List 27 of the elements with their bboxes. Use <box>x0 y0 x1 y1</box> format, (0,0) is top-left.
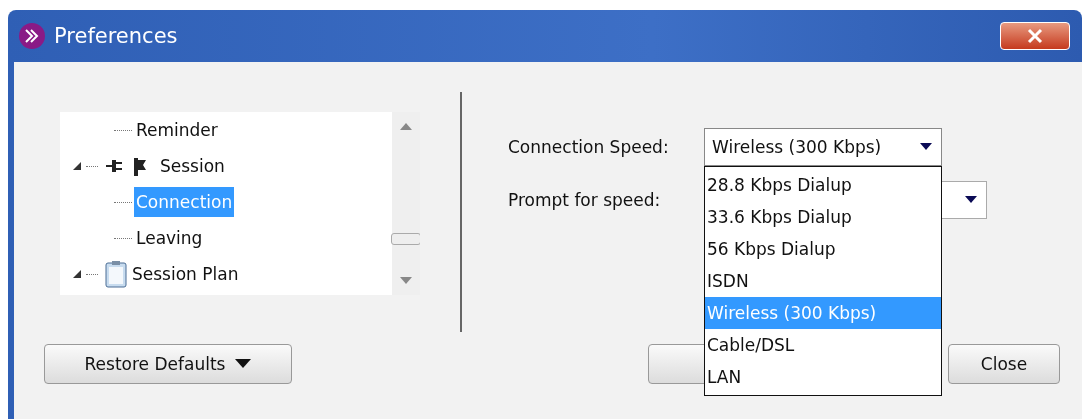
expand-triangle-icon[interactable] <box>72 161 82 171</box>
clipboard-icon <box>104 260 128 288</box>
dropdown-option[interactable]: LAN <box>705 361 941 393</box>
tree-item[interactable]: Session Plan <box>130 259 241 289</box>
caret-icon <box>964 196 978 204</box>
close-button[interactable]: Close <box>948 344 1060 384</box>
field-label: Connection Speed: <box>508 137 670 157</box>
tree-item[interactable]: Session <box>158 151 227 181</box>
window-title: Preferences <box>54 24 178 48</box>
dropdown-option[interactable]: 33.6 Kbps Dialup <box>705 201 941 233</box>
close-icon <box>1025 28 1045 44</box>
field-label: Prompt for speed: <box>508 190 662 210</box>
expand-triangle-icon[interactable] <box>72 269 82 279</box>
close-button[interactable] <box>1000 22 1070 50</box>
app-icon <box>18 22 46 50</box>
caret-icon <box>235 359 252 369</box>
tree-item[interactable]: Reminder <box>134 115 220 145</box>
scroll-down-icon[interactable] <box>399 277 413 285</box>
restore-defaults-button[interactable]: Restore Defaults <box>44 344 292 384</box>
dropdown-option[interactable]: 28.8 Kbps Dialup <box>705 169 941 201</box>
scroll-thumb[interactable] <box>391 232 420 245</box>
scroll-up-icon[interactable] <box>399 122 413 130</box>
tree-item[interactable]: Leaving <box>134 223 205 253</box>
dropdown-option[interactable]: ISDN <box>705 265 941 297</box>
dropdown-option[interactable]: 56 Kbps Dialup <box>705 233 941 265</box>
caret-icon <box>919 143 933 151</box>
dropdown-option[interactable]: Cable/DSL <box>705 329 941 361</box>
